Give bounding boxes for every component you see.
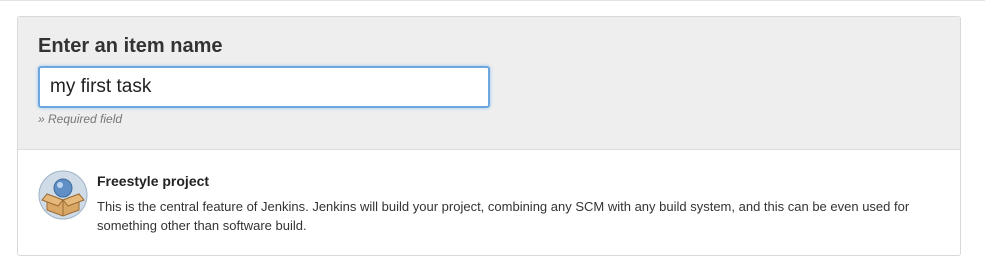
item-name-input[interactable] xyxy=(38,66,490,108)
new-item-panel: Enter an item name » Required field Free… xyxy=(17,16,961,256)
item-type-freestyle-project[interactable]: Freestyle project This is the central fe… xyxy=(18,150,960,255)
item-type-title: Freestyle project xyxy=(97,173,210,189)
section-title: Enter an item name xyxy=(38,35,223,57)
freestyle-project-icon xyxy=(38,170,88,220)
item-name-section: Enter an item name » Required field xyxy=(18,17,960,150)
header-divider xyxy=(0,0,985,1)
required-field-note: » Required field xyxy=(38,112,123,126)
item-type-description: This is the central feature of Jenkins. … xyxy=(97,199,910,233)
